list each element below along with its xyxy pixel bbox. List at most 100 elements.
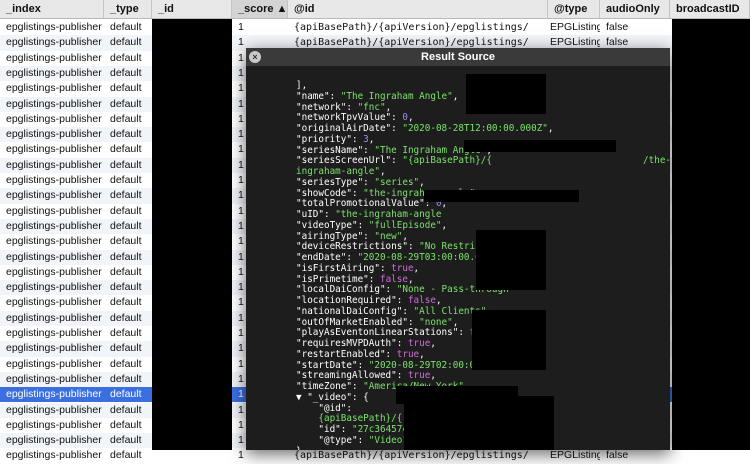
- json-line: "uID": "the-ingraham-angle: [296, 209, 442, 220]
- json-token: ,: [407, 273, 414, 285]
- atid-cell: {apiBasePath}/{apiVersion}/epglistings/: [294, 450, 529, 462]
- json-line: "id": "27c36457c: [296, 424, 408, 435]
- json-token: "new": [374, 230, 403, 242]
- json-token: "Video": [368, 434, 408, 446]
- type-cell: default: [110, 51, 142, 64]
- index-cell: epglistings-publisher: [6, 449, 102, 462]
- json-token: "locationRequired":: [296, 295, 408, 306]
- json-token: "fnc": [357, 101, 386, 113]
- json-line: "priority": 3,: [296, 134, 374, 145]
- json-line: "seriesType": "series",: [296, 177, 425, 188]
- table-row[interactable]: epglistings-publisher default 1 {apiBasePat…: [0, 448, 750, 463]
- index-cell: epglistings-publisher: [6, 51, 102, 64]
- json-token: {: [363, 391, 369, 403]
- json-token: true: [407, 338, 431, 349]
- type-cell: default: [110, 36, 142, 49]
- json-token: "2020-08-28T12:00:00.000Z": [402, 123, 548, 134]
- column-header-broadcast[interactable]: broadcastID: [670, 0, 750, 18]
- type-cell: default: [110, 82, 142, 95]
- type-cell: default: [110, 296, 142, 309]
- json-token: true: [407, 370, 431, 382]
- type-cell: default: [110, 189, 142, 202]
- column-header-id[interactable]: _id: [152, 0, 232, 18]
- json-token: ,: [419, 176, 425, 188]
- column-header-score[interactable]: _score ▲: [232, 0, 288, 18]
- json-token: "originalAirDate":: [296, 123, 403, 134]
- index-cell: epglistings-publisher: [6, 250, 102, 263]
- json-line: "locationRequired": false,: [296, 295, 442, 306]
- json-token: "series": [374, 176, 420, 188]
- json-line: "restartEnabled": true,: [296, 349, 425, 360]
- json-token: true: [391, 262, 414, 274]
- json-token: ,: [441, 219, 448, 231]
- json-line: "isFirstAiring": true,: [296, 263, 419, 274]
- json-line: "isPrimetime": false,: [296, 274, 414, 285]
- json-line: "endDate": "2020-08-29T03:00:00.000: [296, 252, 492, 263]
- index-cell: epglistings-publisher: [6, 82, 102, 95]
- json-line: "seriesScreenUrl": "{apiBasePath}/{ /the…: [296, 155, 670, 166]
- json-token: "id":: [296, 424, 352, 435]
- json-token: "seriesName":: [296, 144, 375, 156]
- index-cell: epglistings-publisher: [6, 403, 102, 416]
- close-icon[interactable]: ×: [249, 51, 261, 63]
- type-cell: default: [110, 449, 142, 462]
- column-header-attype[interactable]: @type: [548, 0, 600, 18]
- json-token: ▼ "_video":: [296, 391, 364, 403]
- index-cell: epglistings-publisher: [6, 174, 102, 186]
- json-token: "requiresMVPDAuth":: [296, 338, 408, 349]
- column-header-audio[interactable]: audioOnly: [600, 0, 670, 18]
- column-header-atid[interactable]: @id: [288, 0, 548, 18]
- json-line: "nationalDaiConfig": "All Clients",: [296, 306, 492, 317]
- json-token: "isFirstAiring":: [296, 262, 392, 274]
- attype-cell: EPGListing: [550, 21, 600, 33]
- type-cell: default: [110, 112, 142, 125]
- json-line: "network": "fnc",: [296, 102, 391, 113]
- json-token: ,: [452, 316, 459, 328]
- type-cell: default: [110, 403, 142, 416]
- type-cell: default: [110, 143, 142, 156]
- panel-title: Result Source: [246, 48, 670, 66]
- json-token: ,: [385, 101, 392, 113]
- index-cell: epglistings-publisher: [6, 265, 102, 278]
- type-cell: default: [110, 357, 142, 370]
- index-cell: epglistings-publisher: [6, 388, 102, 401]
- json-token: ,: [419, 348, 425, 360]
- type-cell: default: [110, 128, 142, 141]
- type-cell: default: [110, 311, 142, 324]
- redacted-id-column: [152, 19, 232, 450]
- type-cell: default: [110, 204, 142, 217]
- column-header-type[interactable]: _type: [104, 0, 152, 18]
- column-header-index[interactable]: _index: [0, 0, 104, 18]
- table-row[interactable]: epglistings-publisher default 1 {apiBasePat…: [0, 20, 750, 35]
- index-cell: epglistings-publisher: [6, 296, 102, 309]
- index-cell: epglistings-publisher: [6, 97, 102, 110]
- type-cell: default: [110, 66, 142, 79]
- panel-title-text: Result Source: [421, 51, 495, 63]
- json-token: "outOfMarketEnabled":: [296, 316, 420, 328]
- json-token: "isPrimetime":: [296, 273, 380, 285]
- json-token: "deviceRestrictions":: [296, 241, 420, 253]
- json-line: ▼ "_video": {: [296, 392, 369, 403]
- index-cell: epglistings-publisher: [6, 128, 102, 141]
- json-token: "videoType":: [296, 219, 369, 231]
- index-cell: epglistings-publisher: [6, 189, 102, 202]
- json-token: "The Ingraham Angle": [340, 90, 453, 102]
- json-token: ingraham-angle": [296, 166, 380, 177]
- json-token: "airingType":: [296, 230, 375, 242]
- json-line: "@type": "Video": [296, 435, 408, 446]
- type-cell: default: [110, 219, 142, 232]
- json-token: ,: [379, 166, 386, 177]
- json-token: "restartEnabled":: [296, 348, 397, 360]
- json-token: false: [407, 295, 436, 306]
- json-token: ],: [296, 80, 308, 91]
- type-cell: default: [110, 97, 142, 110]
- index-cell: epglistings-publisher: [6, 158, 102, 171]
- index-cell: epglistings-publisher: [6, 434, 102, 447]
- json-token: "showCode":: [296, 187, 364, 199]
- index-cell: epglistings-publisher: [6, 112, 102, 125]
- index-cell: epglistings-publisher: [6, 36, 102, 49]
- json-token: false: [379, 273, 408, 285]
- json-line: },: [296, 446, 307, 451]
- type-cell: default: [110, 434, 142, 447]
- type-cell: default: [110, 388, 142, 401]
